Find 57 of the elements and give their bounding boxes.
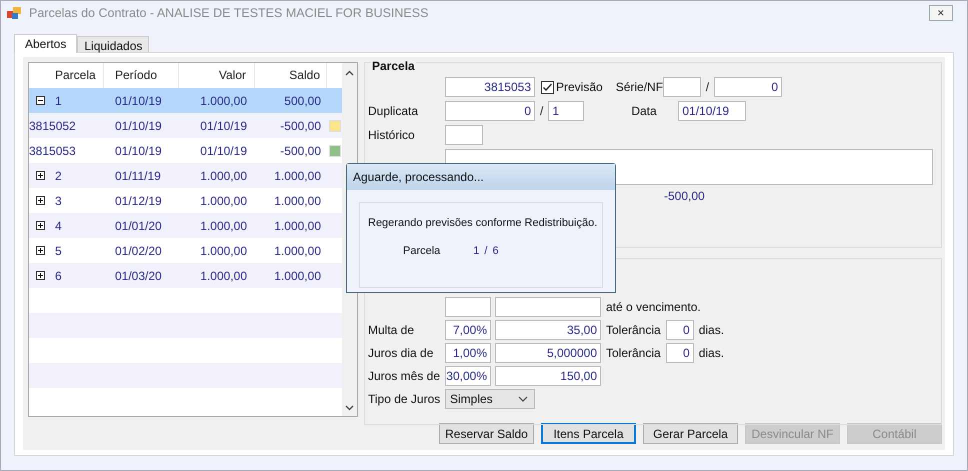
field-label: Multa de bbox=[368, 323, 416, 337]
progress-label: Parcela bbox=[403, 245, 440, 257]
table-cell-text: 2 bbox=[54, 168, 63, 182]
field-label: Série/NF bbox=[616, 80, 663, 94]
table-cell-text: 1.000,00 bbox=[273, 218, 322, 232]
field-label: Juros mês de bbox=[368, 369, 442, 383]
table-cell-text: 01/10/19 bbox=[199, 118, 248, 132]
progress-count: 6 bbox=[492, 245, 499, 257]
table-cell-text: 1.000,00 bbox=[199, 244, 248, 258]
table-cell-text: 500,00 bbox=[283, 94, 322, 108]
table-cell-text: 01/01/20 bbox=[114, 218, 163, 232]
field-label: Tolerância bbox=[606, 346, 661, 360]
field-label: Juros dia de bbox=[368, 346, 434, 360]
progress-message: Regerando previsões conforme Redistribuição. bbox=[368, 217, 598, 229]
table-cell-text: 1 bbox=[54, 94, 63, 108]
table-cell-text: 4 bbox=[54, 218, 63, 232]
field-label: Histórico bbox=[368, 128, 416, 142]
table-cell-text: 1.000,00 bbox=[273, 168, 322, 182]
table-cell-text: 01/10/19 bbox=[114, 144, 163, 158]
table-cell-text: 1.000,00 bbox=[199, 168, 248, 182]
table-cell-text: 6 bbox=[54, 268, 63, 282]
separator-text: / bbox=[540, 104, 544, 118]
table-cell-text: 1.000,00 bbox=[199, 194, 248, 208]
table-cell-text: 1.000,00 bbox=[199, 94, 248, 108]
table-cell-text: 01/12/19 bbox=[114, 194, 163, 208]
table-cell-text: 3815053 bbox=[29, 144, 77, 158]
window-title: Parcelas do Contrato - ANALISE DE TESTES MACIEL FOR BUSINESS bbox=[29, 6, 428, 20]
checkbox-label: Previsão bbox=[556, 80, 603, 94]
table-cell-text: 1.000,00 bbox=[273, 244, 322, 258]
separator-text: / bbox=[706, 80, 710, 94]
unit-label: dias. bbox=[698, 346, 724, 360]
table-cell-text: 01/10/19 bbox=[199, 144, 248, 158]
field-label: até o vencimento. bbox=[606, 300, 701, 314]
table-cell-text: -500,00 bbox=[279, 118, 322, 132]
field-label: Tolerância bbox=[606, 323, 661, 337]
unit-label: dias. bbox=[698, 323, 724, 337]
table-cell-text: -500,00 bbox=[279, 144, 322, 158]
table-cell-text: 1.000,00 bbox=[273, 194, 322, 208]
table-cell-text: 3815052 bbox=[29, 118, 77, 132]
table-cell-text: 01/03/20 bbox=[114, 268, 163, 282]
table-cell-text: 5 bbox=[54, 244, 63, 258]
table-cell-text: 01/02/20 bbox=[114, 244, 163, 258]
progress-count: 1 bbox=[473, 245, 480, 257]
table-cell-text: 1.000,00 bbox=[273, 268, 322, 282]
table-cell-text: 3 bbox=[54, 194, 63, 208]
table-cell-text: 01/11/19 bbox=[114, 168, 162, 182]
field-label: Data bbox=[631, 104, 658, 118]
field-label: Tipo de Juros bbox=[368, 392, 442, 406]
table-cell-text: 01/10/19 bbox=[114, 118, 163, 132]
table-cell-text: 01/10/19 bbox=[114, 94, 163, 108]
table-cell-text: 1.000,00 bbox=[199, 218, 248, 232]
table-cell-text: 1.000,00 bbox=[199, 268, 248, 282]
separator-text: / bbox=[484, 245, 488, 257]
balance-value: -500,00 bbox=[664, 189, 706, 203]
dialog-title: Aguarde, processando... bbox=[347, 164, 615, 190]
group-title: Parcela bbox=[371, 59, 416, 73]
field-label: Duplicata bbox=[368, 104, 420, 118]
